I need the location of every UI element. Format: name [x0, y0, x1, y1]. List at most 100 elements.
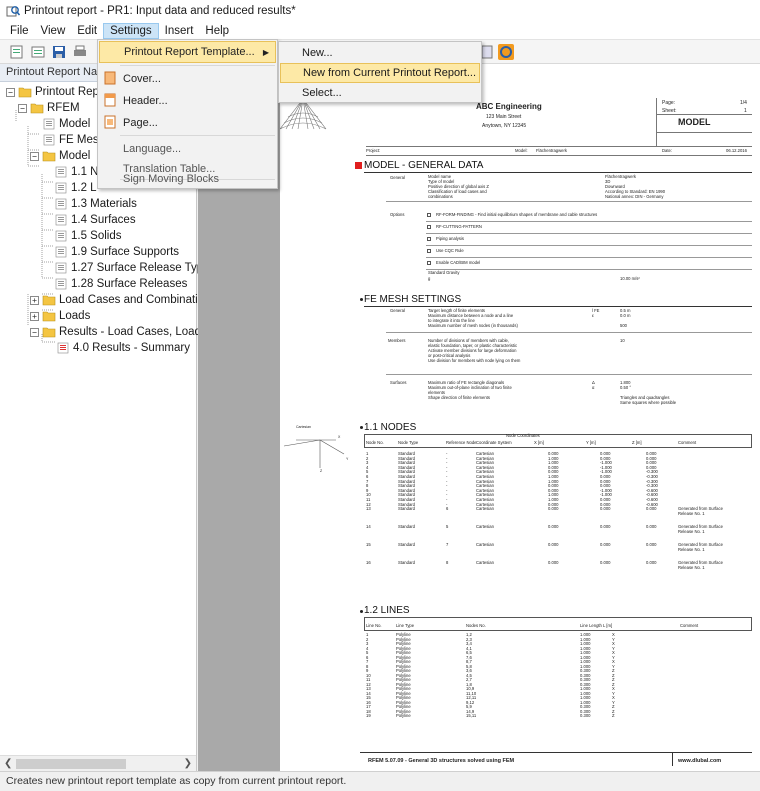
node-cell: 0.000: [548, 560, 559, 566]
date-label: Date:: [662, 148, 673, 153]
expand-toggle-icon[interactable]: −: [30, 327, 39, 337]
node-cell: Standard: [398, 524, 415, 530]
line-cell: Polyline: [396, 713, 411, 718]
window-title: Printout report - PR1: Input data and re…: [24, 5, 296, 17]
tree-item[interactable]: 1.4 Surfaces: [54, 212, 136, 228]
menu-item-sign-moving-blocks[interactable]: Sign Moving Blocks: [99, 168, 276, 190]
fe-members-label: Members: [388, 338, 406, 343]
tree-item-label: 1.2 L: [71, 182, 97, 194]
tree-item-label: 1.3 Materials: [71, 198, 137, 210]
document-icon: [55, 166, 67, 178]
line-cell: 0.300: [580, 713, 591, 718]
expand-toggle-icon[interactable]: −: [30, 151, 39, 161]
tree-item[interactable]: − Model: [30, 148, 90, 164]
fe-surfaces-row: Shape direction of finite elements: [428, 395, 490, 400]
node-cell: Cartesian: [476, 506, 494, 512]
expand-toggle-icon[interactable]: −: [18, 103, 27, 113]
tree-item[interactable]: 1.2 L: [54, 180, 97, 196]
node-cell: 0.000: [646, 506, 657, 512]
node-cell: 0.000: [600, 524, 611, 530]
nodes-column-header: X [m]: [534, 440, 544, 445]
tree-item[interactable]: − Results - Load Cases, Load C: [30, 324, 212, 340]
menu-item-page[interactable]: Page...: [99, 112, 276, 134]
menu-file[interactable]: File: [4, 24, 35, 38]
menu-view[interactable]: View: [35, 24, 72, 38]
tree-item-label: Loads: [59, 310, 91, 322]
node-cell: 14: [366, 524, 371, 530]
expand-toggle-icon[interactable]: +: [30, 311, 39, 321]
option-checkbox: [427, 237, 431, 241]
node-cell: 0.000: [600, 506, 611, 512]
expand-toggle-icon[interactable]: −: [6, 87, 15, 97]
save-icon[interactable]: [50, 43, 68, 61]
submenu-item-new[interactable]: New...: [280, 43, 480, 63]
nodes-coord-header: Node Coordinates: [506, 433, 540, 438]
gravity-value: 10.00 m/s²: [620, 276, 640, 281]
menu-insert[interactable]: Insert: [159, 24, 200, 38]
print-icon[interactable]: [71, 43, 89, 61]
printout-page: ABC Engineering 123 Main Street Anytown,…: [280, 64, 760, 771]
submenu-item-select[interactable]: Select...: [280, 83, 480, 103]
menu-item-header[interactable]: Header...: [99, 90, 276, 112]
date-value: 06.12.2016: [726, 148, 747, 153]
menu-item-language[interactable]: Language...: [99, 138, 276, 160]
scroll-right-icon[interactable]: ❯: [184, 758, 192, 769]
tree-item-label: Model: [59, 150, 91, 162]
tree-item[interactable]: − RFEM: [18, 100, 80, 116]
dlubal-icon[interactable]: [497, 43, 515, 61]
tree-item[interactable]: 4.0 Results - Summary: [56, 340, 190, 356]
section-title-fe-mesh: FE MESH SETTINGS: [364, 294, 462, 305]
fe-general-label: General: [390, 308, 405, 313]
nodes-column-header: Node No.: [366, 440, 384, 445]
new-report-icon[interactable]: [8, 43, 26, 61]
tree-item[interactable]: 1.27 Surface Release Typ: [54, 260, 203, 276]
menu-item-cover[interactable]: Cover...: [99, 68, 276, 90]
tree-item[interactable]: 1.9 Surface Supports: [54, 244, 179, 260]
menu-item-label: Sign Moving Blocks: [123, 173, 219, 185]
document-icon: [55, 182, 67, 194]
menu-item-printout-report-template[interactable]: Printout Report Template... ▶: [99, 41, 276, 63]
tree-item[interactable]: FE Mes: [42, 132, 99, 148]
page-preview[interactable]: ABC Engineering 123 Main Street Anytown,…: [280, 64, 760, 771]
section-title-model: MODEL - GENERAL DATA: [364, 160, 484, 171]
page-number-label: Page:: [662, 100, 676, 106]
tree-item[interactable]: Model: [42, 116, 90, 132]
node-cell: 0.000: [548, 524, 559, 530]
lines-column-header: Line Type: [396, 623, 415, 628]
scroll-left-icon[interactable]: ❮: [4, 758, 12, 769]
general-row-label: combinations: [428, 194, 453, 199]
menu-settings[interactable]: Settings: [103, 22, 159, 39]
tree-item[interactable]: 1.3 Materials: [54, 196, 137, 212]
expand-toggle-icon[interactable]: +: [30, 295, 39, 305]
tree-item[interactable]: 1.28 Surface Releases: [54, 276, 187, 292]
submenu-arrow-icon: ▶: [262, 48, 269, 57]
tree-item-label: 1.1 N: [71, 166, 99, 178]
nodes-column-header: Y [m]: [586, 440, 596, 445]
tree-item[interactable]: 1.1 N: [54, 164, 99, 180]
fe-general-value: 0.0 m: [620, 313, 631, 318]
option-label: RF-CUTTING-PATTERN: [436, 224, 482, 229]
project-label: Project:: [366, 148, 381, 153]
model-label: Model:: [515, 148, 528, 153]
node-cell: 15: [366, 542, 371, 548]
menu-help[interactable]: Help: [199, 24, 235, 38]
menu-edit[interactable]: Edit: [71, 24, 103, 38]
folder-icon: [42, 295, 56, 306]
nodes-column-header: Comment: [678, 440, 697, 445]
tree-item[interactable]: + Loads: [30, 308, 90, 324]
submenu-item-new-from-current[interactable]: New from Current Printout Report...: [280, 63, 480, 83]
page-number-value: 1/4: [740, 100, 747, 106]
node-cell: 0.000: [646, 542, 657, 548]
page-icon: [104, 115, 116, 129]
tree-item[interactable]: 1.5 Solids: [54, 228, 122, 244]
tree-item[interactable]: − Printout Rep: [6, 84, 99, 100]
tree-item[interactable]: + Load Cases and Combinatio: [30, 292, 204, 308]
document-icon: [55, 262, 67, 274]
open-report-icon[interactable]: [29, 43, 47, 61]
navigator-horizontal-scrollbar[interactable]: ❮ ❯: [0, 755, 196, 771]
fe-symbol: ε: [592, 313, 594, 318]
node-cell: Cartesian: [476, 524, 494, 530]
tree-item-label: 4.0 Results - Summary: [73, 342, 190, 354]
scrollbar-thumb[interactable]: [16, 759, 126, 769]
node-comment: Generated from Surface Release No. 1: [678, 524, 723, 535]
